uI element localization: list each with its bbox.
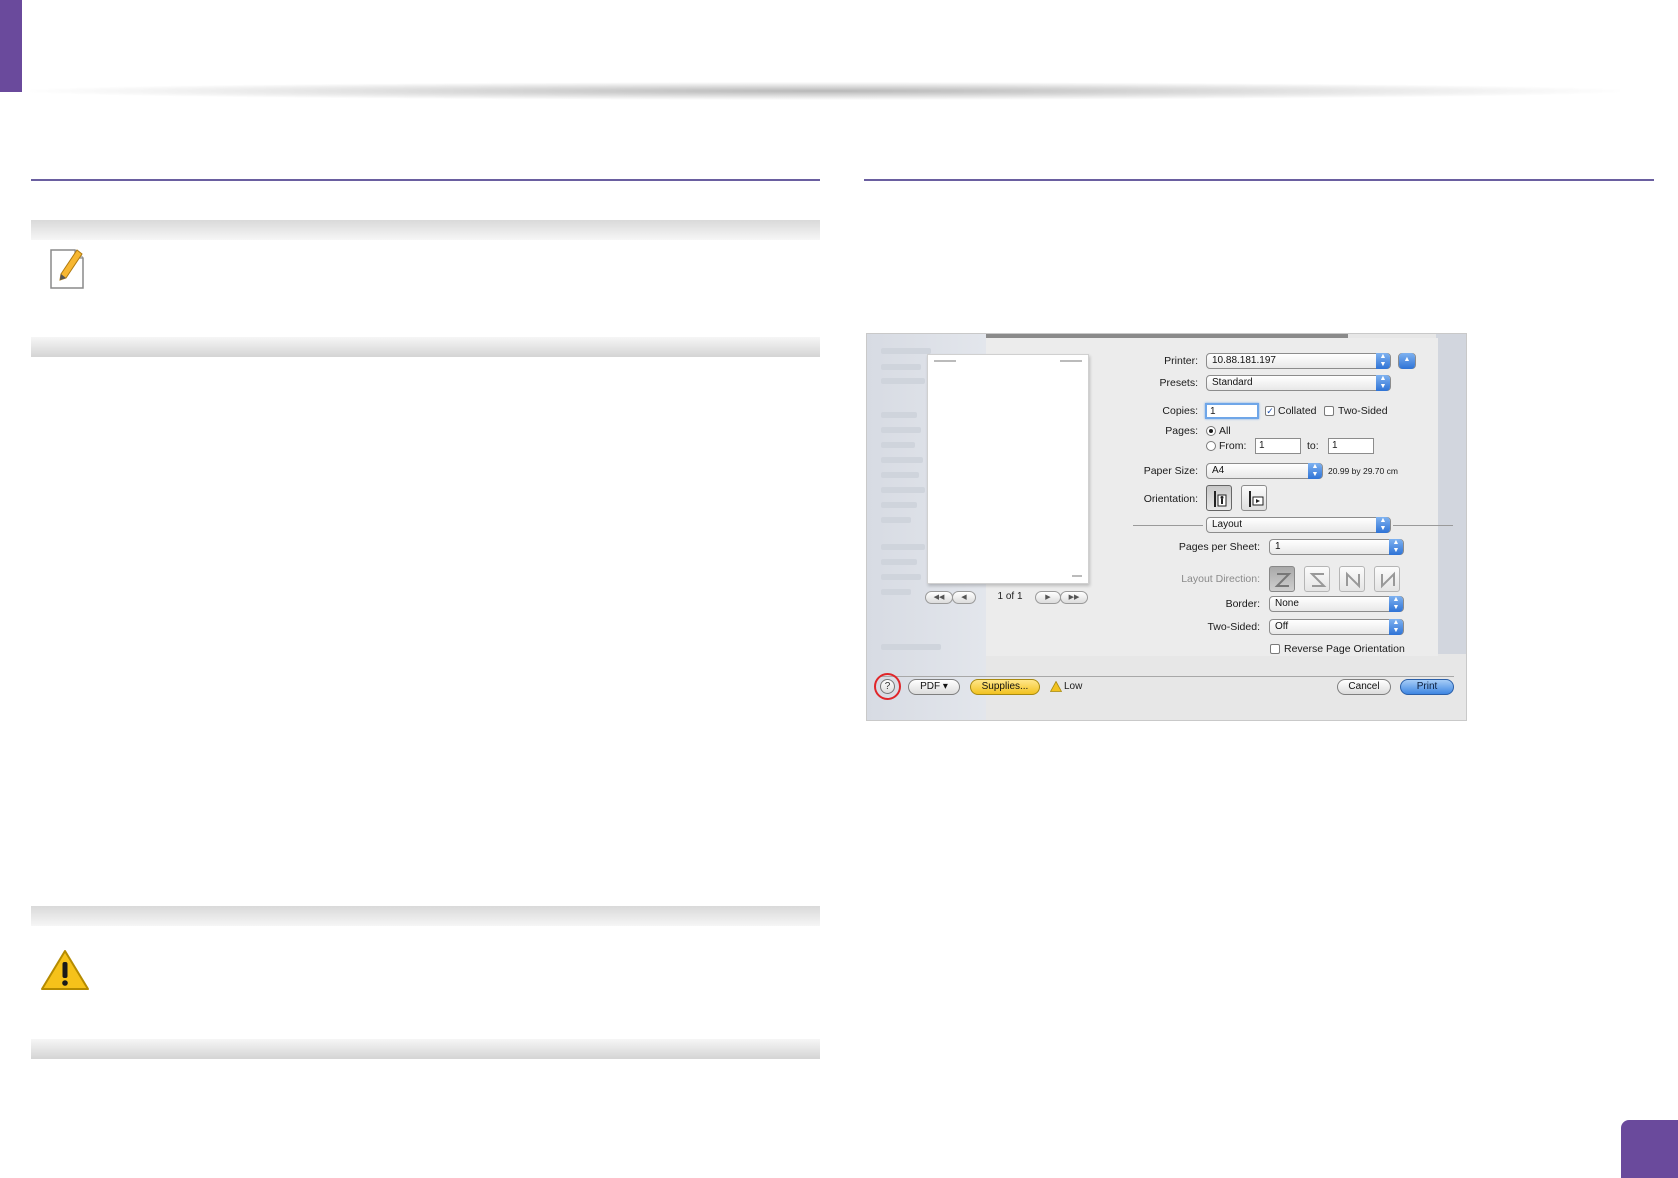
supplies-button[interactable]: Supplies...	[970, 679, 1040, 695]
pages-from-radio[interactable]	[1206, 441, 1216, 451]
reverse-page-orientation-label: Reverse Page Orientation	[1284, 643, 1405, 655]
caution-box-top-bar	[31, 906, 820, 926]
preview-page-indicator: 1 of 1	[997, 591, 1023, 602]
s-direction-icon	[1309, 573, 1327, 587]
landscape-icon	[1249, 491, 1264, 507]
pages-label: Pages:	[1165, 425, 1198, 437]
orientation-label: Orientation:	[1143, 493, 1198, 505]
presets-label: Presets:	[1159, 377, 1198, 389]
paper-dimensions: 20.99 by 29.70 cm	[1328, 466, 1398, 476]
layout-direction-label: Layout Direction:	[1181, 573, 1260, 585]
header-shadow	[30, 82, 1620, 100]
pages-to-label: to:	[1307, 440, 1319, 452]
section-separator-right	[1393, 525, 1453, 526]
layout-direction-n-button[interactable]	[1374, 566, 1400, 592]
border-value: None	[1275, 598, 1299, 609]
pages-per-sheet-value: 1	[1275, 541, 1281, 552]
copies-input[interactable]: 1	[1205, 403, 1259, 419]
pages-to-input[interactable]: 1	[1328, 438, 1374, 454]
presets-select[interactable]: Standard ▲ ▼	[1206, 375, 1391, 391]
chevron-updown-icon: ▲ ▼	[1389, 596, 1403, 612]
chevron-updown-icon: ▲ ▼	[1389, 539, 1403, 555]
printer-value: 10.88.181.197	[1212, 355, 1276, 366]
copies-label: Copies:	[1162, 405, 1198, 417]
left-column-rule	[31, 179, 820, 181]
pages-per-sheet-label: Pages per Sheet:	[1178, 541, 1260, 553]
printer-select[interactable]: 10.88.181.197 ▲ ▼	[1206, 353, 1391, 369]
help-button[interactable]: ?	[880, 679, 895, 694]
pages-all-radio[interactable]	[1206, 426, 1216, 436]
paper-size-value: A4	[1212, 465, 1225, 476]
layout-direction-n-reverse-button[interactable]	[1339, 566, 1365, 592]
supplies-status: Low	[1064, 681, 1083, 692]
preview-header-right	[1060, 360, 1082, 362]
two-sided-select[interactable]: Off ▲ ▼	[1269, 619, 1404, 635]
paper-size-label: Paper Size:	[1143, 465, 1198, 477]
portrait-icon	[1214, 491, 1227, 507]
two-sided-value: Off	[1275, 621, 1289, 632]
note-box-body	[31, 240, 820, 337]
caution-box-bottom-bar	[31, 1039, 820, 1059]
section-select[interactable]: Layout ▲ ▼	[1206, 517, 1391, 533]
cancel-button[interactable]: Cancel	[1337, 679, 1391, 695]
chevron-updown-icon: ▲ ▼	[1308, 463, 1322, 479]
disclosure-triangle-icon: ▲	[1399, 353, 1415, 369]
reverse-page-orientation-checkbox[interactable]	[1270, 644, 1280, 654]
two-sided-setting-label: Two-Sided:	[1207, 621, 1260, 633]
print-button[interactable]: Print	[1400, 679, 1454, 695]
z-direction-icon	[1274, 573, 1292, 587]
background-window-right	[1436, 334, 1466, 654]
collated-label: Collated	[1278, 405, 1317, 417]
portrait-orientation-button[interactable]	[1206, 485, 1232, 511]
pages-from-input[interactable]: 1	[1255, 438, 1301, 454]
warning-triangle-icon	[41, 950, 89, 990]
caution-box	[31, 906, 820, 1059]
preview-next-page-button[interactable]: ▶	[1035, 591, 1061, 604]
collated-checkbox[interactable]: ✓	[1265, 406, 1275, 416]
chevron-updown-icon: ▲ ▼	[1376, 353, 1390, 369]
pages-from-label: From:	[1219, 440, 1247, 452]
chevron-updown-icon: ▲ ▼	[1376, 375, 1390, 391]
border-select[interactable]: None ▲ ▼	[1269, 596, 1404, 612]
section-value: Layout	[1212, 519, 1243, 530]
page-preview	[927, 354, 1089, 584]
footer-separator	[879, 676, 1454, 677]
layout-direction-s-button[interactable]	[1304, 566, 1330, 592]
note-box-bottom-bar	[31, 337, 820, 357]
n-reverse-direction-icon	[1346, 571, 1360, 589]
note-pencil-icon	[50, 249, 84, 289]
layout-direction-z-button[interactable]	[1269, 566, 1295, 592]
two-sided-label: Two-Sided	[1338, 405, 1388, 417]
chevron-updown-icon: ▲ ▼	[1389, 619, 1403, 635]
chapter-tab	[0, 0, 22, 92]
preview-prev-page-button[interactable]: ◀	[952, 591, 976, 604]
chevron-updown-icon: ▲ ▼	[1376, 517, 1390, 533]
pdf-menu-button[interactable]: PDF ▾	[908, 679, 960, 695]
preview-footer	[1072, 575, 1082, 577]
caution-box-body	[31, 926, 820, 1039]
page-number-badge	[1621, 1120, 1678, 1178]
border-label: Border:	[1225, 598, 1260, 610]
preview-first-page-button[interactable]: ◀◀	[925, 591, 953, 604]
low-toner-warning-icon	[1050, 681, 1062, 692]
note-box-top-bar	[31, 220, 820, 240]
note-box	[31, 220, 820, 357]
section-separator-left	[1133, 525, 1203, 526]
preview-last-page-button[interactable]: ▶▶	[1060, 591, 1088, 604]
pages-per-sheet-select[interactable]: 1 ▲ ▼	[1269, 539, 1404, 555]
disclosure-button[interactable]: ▲	[1398, 353, 1416, 369]
right-column-rule	[864, 179, 1654, 181]
paper-size-select[interactable]: A4 ▲ ▼	[1206, 463, 1323, 479]
two-sided-checkbox[interactable]	[1324, 406, 1334, 416]
preview-header-left	[934, 360, 956, 362]
presets-value: Standard	[1212, 377, 1253, 388]
landscape-orientation-button[interactable]	[1241, 485, 1267, 511]
printer-label: Printer:	[1164, 355, 1198, 367]
dialog-top-edge	[986, 334, 1348, 338]
n-direction-icon	[1381, 571, 1395, 589]
pages-all-label: All	[1219, 425, 1231, 437]
print-dialog: ◀◀ ◀ 1 of 1 ▶ ▶▶ Printer: 10.88.181.197 …	[866, 333, 1467, 721]
